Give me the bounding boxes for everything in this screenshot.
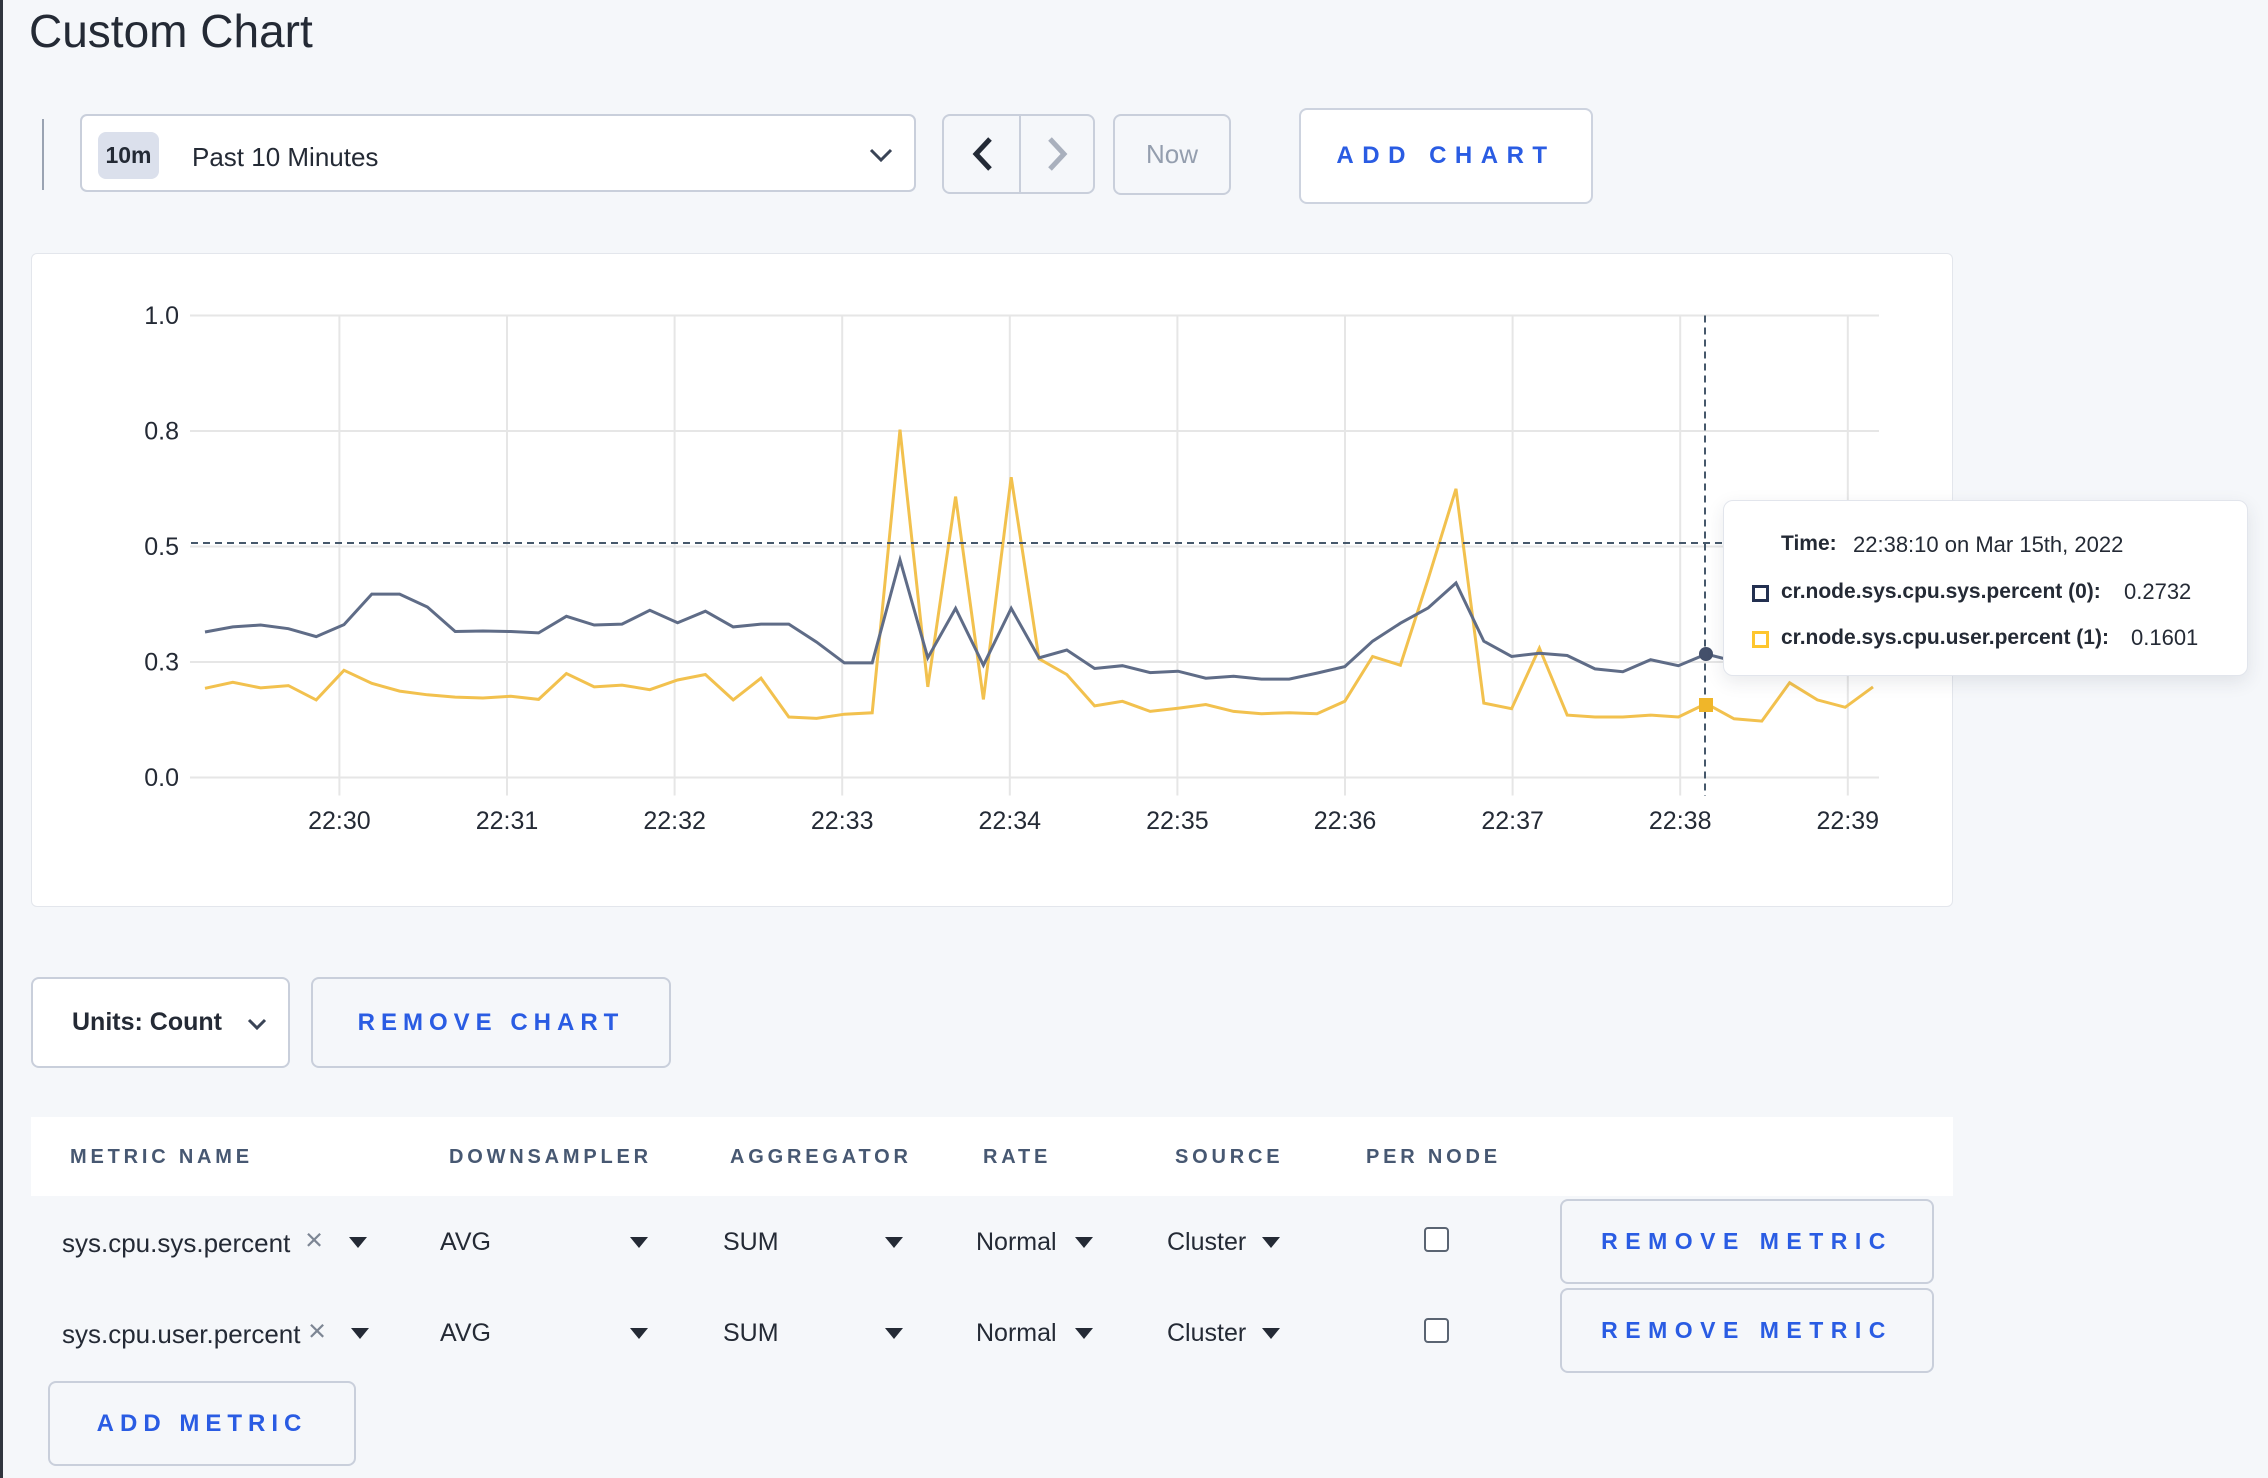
svg-text:0.3: 0.3 [144, 649, 179, 677]
svg-text:22:37: 22:37 [1481, 807, 1544, 835]
svg-text:22:34: 22:34 [979, 807, 1042, 835]
svg-text:22:38: 22:38 [1649, 807, 1712, 835]
svg-text:0.8: 0.8 [144, 418, 179, 446]
svg-text:22:31: 22:31 [476, 807, 539, 835]
svg-text:22:36: 22:36 [1314, 807, 1377, 835]
svg-text:22:35: 22:35 [1146, 807, 1209, 835]
svg-text:0.5: 0.5 [144, 533, 179, 561]
svg-text:22:30: 22:30 [308, 807, 371, 835]
svg-text:0.0: 0.0 [144, 764, 179, 792]
svg-text:22:39: 22:39 [1817, 807, 1880, 835]
svg-text:22:33: 22:33 [811, 807, 874, 835]
svg-text:22:32: 22:32 [643, 807, 706, 835]
svg-text:1.0: 1.0 [144, 302, 179, 330]
